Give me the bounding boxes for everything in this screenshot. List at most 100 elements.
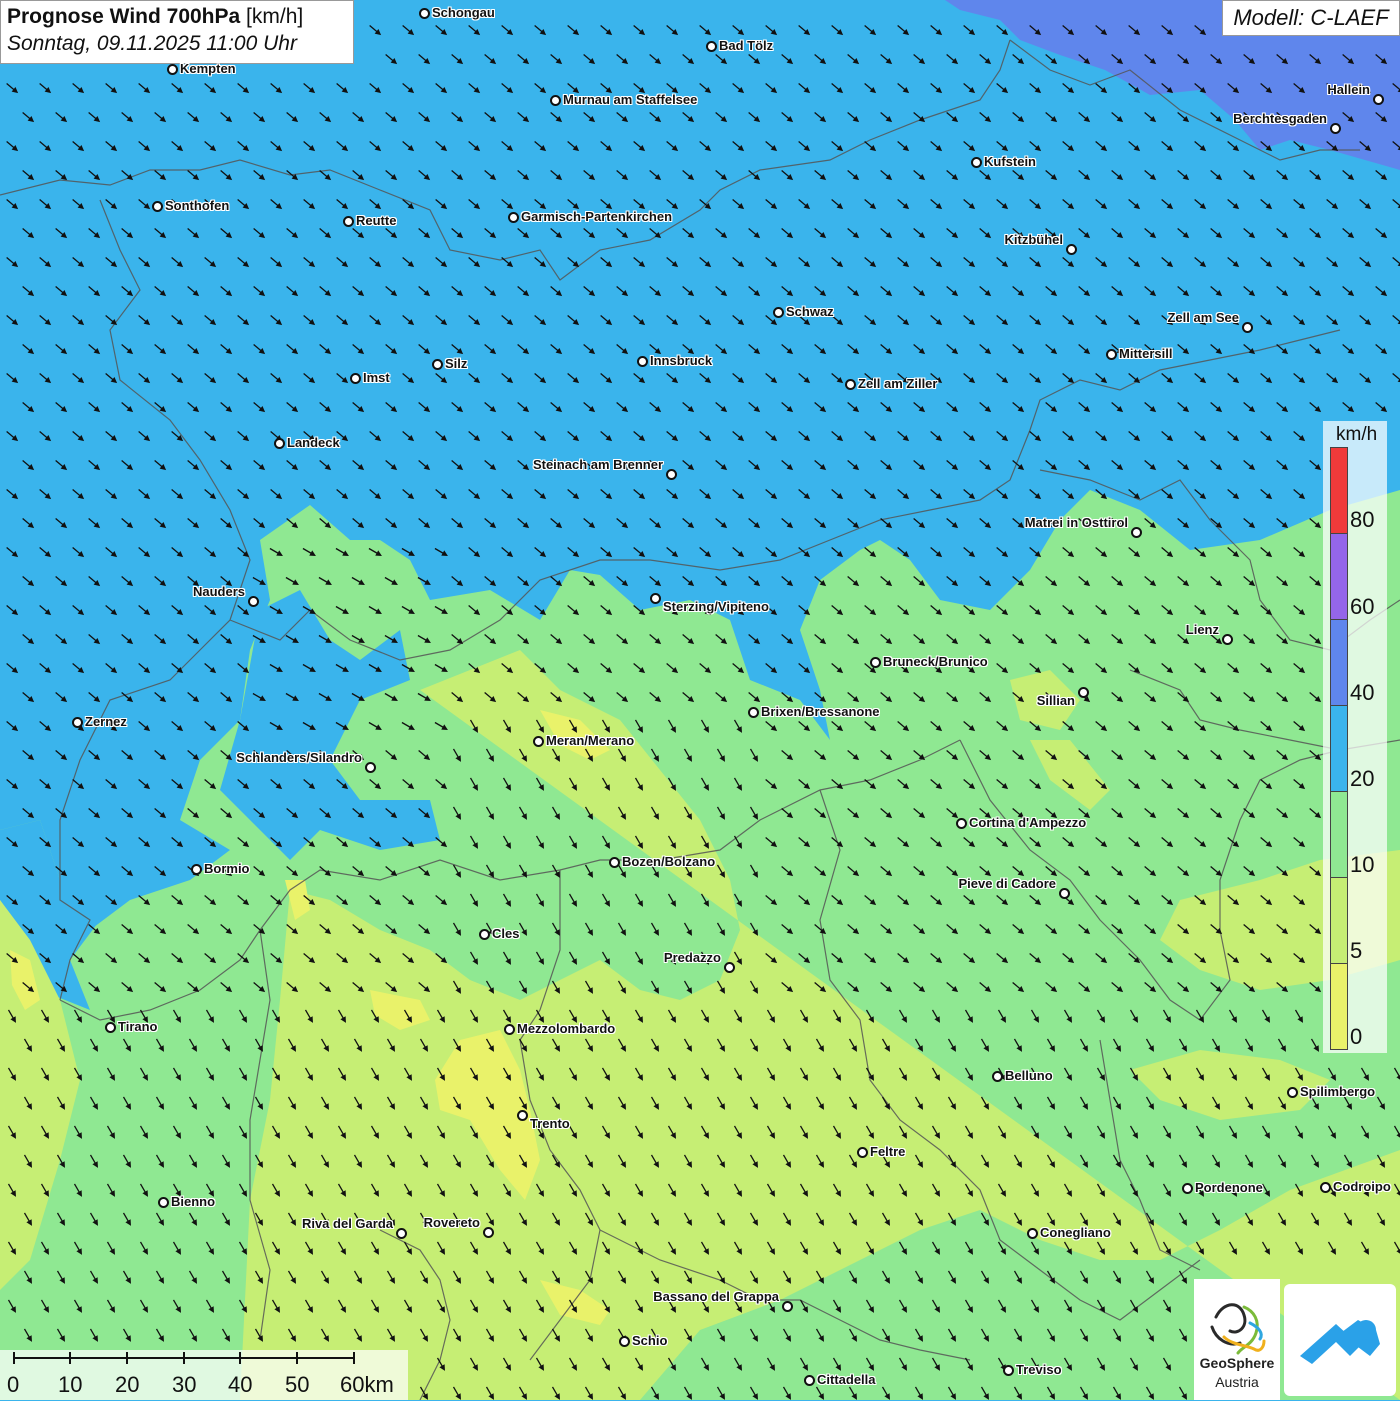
city-label-schwaz: Schwaz [786, 304, 834, 319]
city-label-spilimbergo: Spilimbergo [1300, 1084, 1375, 1099]
city-label-brixen-bressanone: Brixen/Bressanone [761, 704, 880, 719]
city-marker-sillian [1078, 687, 1089, 698]
city-marker-riva-del-garda [396, 1228, 407, 1239]
city-label-feltre: Feltre [870, 1144, 905, 1159]
legend-tick-80: 80 [1350, 507, 1374, 533]
city-marker-innsbruck [637, 356, 648, 367]
city-label-landeck: Landeck [287, 435, 340, 450]
city-label-zell-am-see: Zell am See [1167, 310, 1239, 325]
city-marker-mezzolombardo [504, 1024, 515, 1035]
city-label-bad-t-lz: Bad Tölz [719, 38, 773, 53]
city-label-schio: Schio [632, 1333, 667, 1348]
city-marker-bienno [158, 1197, 169, 1208]
city-marker-pieve-di-cadore [1059, 888, 1070, 899]
legend-swatch-60-80 [1330, 533, 1348, 620]
city-marker-zell-am-see [1242, 322, 1253, 333]
city-marker-landeck [274, 438, 285, 449]
city-marker-lienz [1222, 634, 1233, 645]
city-marker-schlanders-silandro [365, 762, 376, 773]
city-label-tirano: Tirano [118, 1019, 158, 1034]
city-label-meran-merano: Meran/Merano [546, 733, 634, 748]
legend-swatch-20-40 [1330, 705, 1348, 792]
weather-app-logo[interactable] [1284, 1284, 1396, 1396]
city-marker-bruneck-brunico [870, 657, 881, 668]
city-label-innsbruck: Innsbruck [650, 353, 712, 368]
geosphere-logo[interactable]: GeoSphere Austria [1194, 1279, 1280, 1400]
city-marker-garmisch-partenkirchen [508, 212, 519, 223]
scale-label-50: 50 [285, 1372, 309, 1398]
model-label: Modell: C-LAEF [1222, 0, 1400, 36]
city-marker-codroipo [1320, 1182, 1331, 1193]
city-marker-bad-t-lz [706, 41, 717, 52]
city-label-steinach-am-brenner: Steinach am Brenner [533, 457, 663, 472]
city-marker-cortina-d-ampezzo [956, 818, 967, 829]
city-label-schongau: Schongau [432, 5, 495, 20]
legend-swatch-0-5 [1330, 963, 1348, 1050]
scale-label-60km: 60km [340, 1372, 394, 1398]
city-label-zernez: Zernez [85, 714, 127, 729]
city-label-cles: Cles [492, 926, 519, 941]
city-label-cortina-d-ampezzo: Cortina d'Ampezzo [969, 815, 1086, 830]
city-label-bormio: Bormio [204, 861, 250, 876]
city-label-kitzb-hel: Kitzbühel [1005, 232, 1064, 247]
legend-swatch-5-10 [1330, 877, 1348, 964]
title-unit: [km/h] [246, 5, 303, 28]
city-label-mezzolombardo: Mezzolombardo [517, 1021, 615, 1036]
legend-swatch-80-plus [1330, 447, 1348, 534]
city-marker-kufstein [971, 157, 982, 168]
legend-swatch-40-60 [1330, 619, 1348, 706]
city-marker-murnau-am-staffelsee [550, 95, 561, 106]
city-marker-steinach-am-brenner [666, 469, 677, 480]
city-label-conegliano: Conegliano [1040, 1225, 1111, 1240]
city-label-imst: Imst [363, 370, 390, 385]
city-label-pordenone: Pordenone [1195, 1180, 1263, 1195]
city-marker-sonthofen [152, 201, 163, 212]
city-marker-schwaz [773, 307, 784, 318]
scale-label-0: 0 [7, 1372, 19, 1398]
city-label-bozen-bolzano: Bozen/Bolzano [622, 854, 715, 869]
city-marker-schio [619, 1336, 630, 1347]
city-marker-reutte [343, 216, 354, 227]
city-marker-belluno [992, 1071, 1003, 1082]
city-marker-cittadella [804, 1375, 815, 1386]
legend-tick-0: 0 [1350, 1024, 1362, 1050]
city-label-cittadella: Cittadella [817, 1372, 876, 1387]
title-bold: Prognose Wind 700hPa [7, 5, 240, 28]
city-marker-bormio [191, 864, 202, 875]
city-label-zell-am-ziller: Zell am Ziller [858, 376, 937, 391]
city-marker-zell-am-ziller [845, 379, 856, 390]
city-label-berchtesgaden: Berchtesgaden [1233, 111, 1327, 126]
city-marker-treviso [1003, 1365, 1014, 1376]
city-marker-mittersill [1106, 349, 1117, 360]
city-label-schlanders-silandro: Schlanders/Silandro [236, 750, 362, 765]
map-title: Prognose Wind 700hPa [km/h] [7, 5, 347, 29]
city-marker-sterzing-vipiteno [650, 593, 661, 604]
city-label-pieve-di-cadore: Pieve di Cadore [958, 876, 1056, 891]
city-label-nauders: Nauders [193, 584, 245, 599]
city-label-silz: Silz [445, 356, 467, 371]
city-marker-kempten [167, 64, 178, 75]
city-label-trento: Trento [530, 1116, 570, 1131]
city-marker-brixen-bressanone [748, 707, 759, 718]
scale-label-30: 30 [172, 1372, 196, 1398]
geosphere-name: GeoSphere [1194, 1355, 1280, 1371]
city-marker-nauders [248, 596, 259, 607]
app-chevron-icon [1284, 1284, 1396, 1396]
city-marker-feltre [857, 1147, 868, 1158]
forecast-datetime: Sonntag, 09.11.2025 11:00 Uhr [7, 32, 347, 56]
city-label-predazzo: Predazzo [664, 950, 721, 965]
legend-tick-40: 40 [1350, 680, 1374, 706]
city-label-garmisch-partenkirchen: Garmisch-Partenkirchen [521, 209, 672, 224]
legend-tick-60: 60 [1350, 594, 1374, 620]
city-marker-trento [517, 1110, 528, 1121]
city-label-codroipo: Codroipo [1333, 1179, 1391, 1194]
city-marker-kitzb-hel [1066, 244, 1077, 255]
city-marker-zernez [72, 717, 83, 728]
city-label-lienz: Lienz [1186, 622, 1219, 637]
legend-unit: km/h [1336, 424, 1377, 446]
city-marker-predazzo [724, 962, 735, 973]
city-label-treviso: Treviso [1016, 1362, 1062, 1377]
city-marker-hallein [1373, 94, 1384, 105]
city-label-riva-del-garda: Riva del Garda [302, 1216, 393, 1231]
city-marker-matrei-in-osttirol [1131, 527, 1142, 538]
